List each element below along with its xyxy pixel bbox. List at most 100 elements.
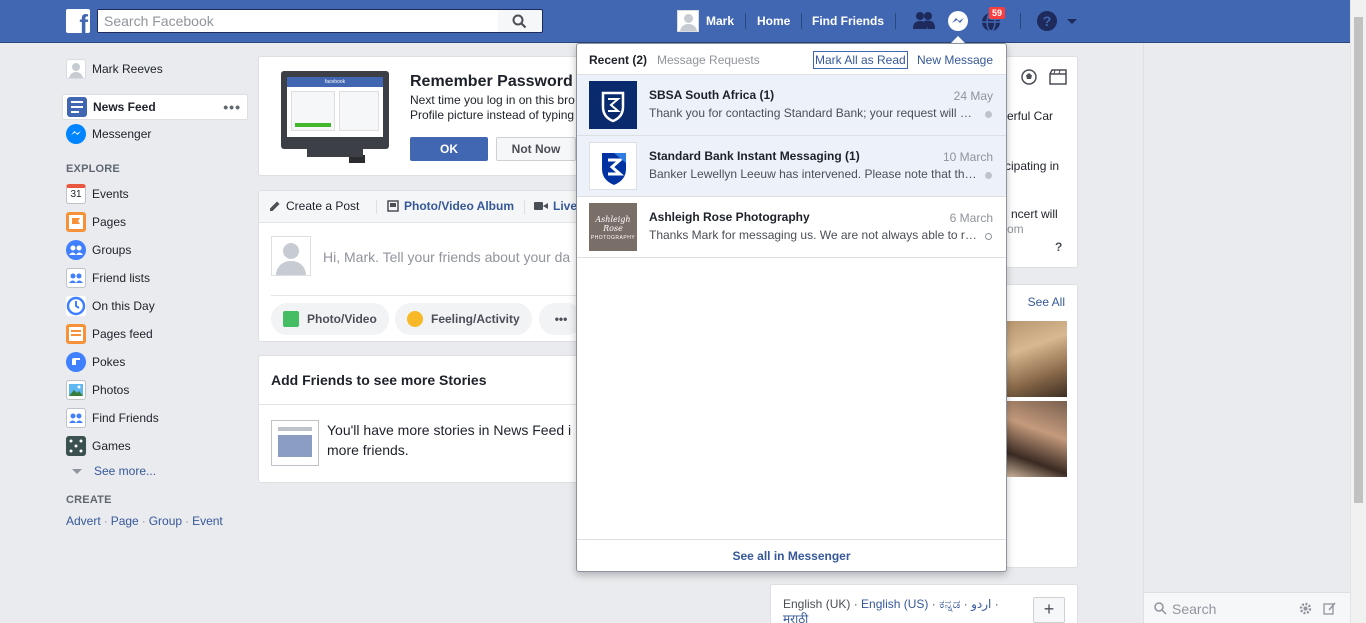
- sidebar-item-label: Messenger: [92, 127, 152, 141]
- movie-clapper-icon[interactable]: [1049, 69, 1067, 88]
- language-link[interactable]: मराठी: [783, 612, 808, 623]
- mark-read-toggle[interactable]: [985, 111, 992, 118]
- sidebar-item-pokes[interactable]: Pokes: [62, 349, 248, 375]
- search-box: [97, 9, 498, 33]
- messenger-icon: [66, 124, 86, 144]
- more-options-icon[interactable]: •••: [223, 99, 241, 115]
- sidebar-item-label: Games: [92, 439, 131, 453]
- mark-unread-toggle[interactable]: [985, 233, 992, 240]
- language-card: English (UK) · English (US) · ಕನ್ನಡ · ار…: [770, 584, 1078, 623]
- tab-create-post[interactable]: Create a Post: [269, 199, 359, 213]
- create-group-link[interactable]: Group: [149, 514, 182, 528]
- friend-requests-icon[interactable]: [912, 10, 936, 32]
- messenger-icon[interactable]: [946, 10, 970, 32]
- thread-time: 10 March: [942, 150, 993, 164]
- feeling-activity-button[interactable]: Feeling/Activity: [395, 303, 532, 335]
- thread-name: Standard Bank Instant Messaging (1): [649, 149, 860, 163]
- new-message-link[interactable]: New Message: [917, 53, 993, 67]
- sidebar-item-find-friends[interactable]: Find Friends: [62, 405, 248, 431]
- photo-thumbnail[interactable]: [1007, 401, 1067, 477]
- home-link[interactable]: Home: [757, 14, 790, 28]
- sidebar-item-events[interactable]: 31 Events: [62, 181, 248, 207]
- top-navigation-bar: f Mark Home Find Friends 59 ?: [0, 0, 1366, 43]
- tab-photo-album[interactable]: Photo/Video Album: [387, 199, 514, 213]
- stories-title: Add Friends to see more Stories: [271, 372, 487, 388]
- stories-card: Add Friends to see more Stories You'll h…: [258, 355, 579, 483]
- message-thread[interactable]: Standard Bank Instant Messaging (1) 10 M…: [577, 136, 1006, 197]
- language-list: English (UK) · English (US) · ಕನ್ನಡ · ار…: [783, 597, 1023, 623]
- video-camera-icon: [534, 202, 548, 210]
- standard-bank-logo-icon: [589, 81, 637, 129]
- sidebar-item-pages[interactable]: Pages: [62, 209, 248, 235]
- sidebar-item-news-feed[interactable]: News Feed •••: [62, 94, 248, 120]
- see-all-link[interactable]: See All: [1028, 295, 1065, 309]
- sidebar-item-friend-lists[interactable]: Friend lists: [62, 265, 248, 291]
- sidebar-item-messenger[interactable]: Messenger: [62, 121, 248, 147]
- not-now-button[interactable]: Not Now: [496, 137, 576, 161]
- tab-message-requests[interactable]: Message Requests: [657, 53, 760, 67]
- tab-live[interactable]: Live: [534, 199, 577, 213]
- chat-sidebar: Search: [1143, 43, 1351, 623]
- football-icon[interactable]: [1021, 69, 1037, 88]
- profile-link[interactable]: Mark: [677, 9, 734, 33]
- search-input[interactable]: [98, 10, 488, 32]
- create-page-link[interactable]: Page: [111, 514, 139, 528]
- tab-label: Live: [553, 199, 578, 213]
- language-link[interactable]: اردو: [971, 597, 991, 611]
- message-thread[interactable]: SBSA South Africa (1) 24 May Thank you f…: [577, 75, 1006, 136]
- search-button[interactable]: [498, 9, 543, 33]
- mark-read-toggle[interactable]: [985, 172, 992, 179]
- separator: ·: [963, 597, 968, 611]
- button-label: Feeling/Activity: [431, 312, 520, 326]
- monitor-illustration: facebook: [281, 71, 389, 163]
- tab-recent[interactable]: Recent (2): [589, 53, 647, 67]
- flag-icon: [66, 212, 86, 232]
- language-link[interactable]: English (US): [861, 597, 928, 611]
- scrollbar-thumb[interactable]: [1354, 17, 1363, 503]
- thread-time: 6 March: [949, 211, 993, 225]
- sidebar-item-label: Pages feed: [92, 327, 153, 341]
- ok-button[interactable]: OK: [410, 137, 488, 161]
- compose-icon[interactable]: [1323, 602, 1336, 615]
- photo-video-button[interactable]: Photo/Video: [271, 303, 389, 335]
- find-friends-link[interactable]: Find Friends: [812, 14, 884, 28]
- sidebar-item-label: Mark Reeves: [92, 62, 163, 76]
- caret-down-icon[interactable]: [1065, 10, 1089, 32]
- add-language-button[interactable]: +: [1033, 597, 1065, 623]
- gear-icon[interactable]: [1299, 602, 1312, 615]
- message-thread[interactable]: Ashleigh Rose PHOTOGRAPHY Ashleigh Rose …: [577, 197, 1006, 258]
- create-advert-link[interactable]: Advert: [66, 514, 101, 528]
- remember-password-card: facebook Remember Password Next time you…: [258, 56, 578, 176]
- caret-down-icon: [72, 468, 82, 474]
- sidebar-item-pages-feed[interactable]: Pages feed: [62, 321, 248, 347]
- see-all-in-messenger-link[interactable]: See all in Messenger: [577, 539, 1006, 571]
- search-icon: [512, 14, 527, 29]
- facebook-logo-icon[interactable]: f: [66, 9, 90, 33]
- tab-label: Recent: [589, 53, 630, 67]
- chat-search-box[interactable]: Search: [1144, 592, 1351, 623]
- sidebar-item-groups[interactable]: Groups: [62, 237, 248, 263]
- page-scrollbar[interactable]: [1350, 0, 1366, 623]
- profile-name: Mark: [706, 14, 735, 28]
- language-link[interactable]: ಕನ್ನಡ: [939, 597, 960, 611]
- see-more-link[interactable]: See more...: [66, 464, 156, 478]
- photo-thumbnail[interactable]: [1007, 321, 1067, 397]
- search-icon: [1154, 602, 1167, 615]
- sidebar-item-games[interactable]: Games: [62, 433, 248, 459]
- chat-search-input[interactable]: Search: [1172, 601, 1216, 617]
- create-heading: CREATE: [66, 494, 112, 506]
- nav-divider: [801, 13, 802, 29]
- right-column-text: ncert will: [1011, 207, 1058, 221]
- help-icon[interactable]: ?: [1035, 10, 1059, 32]
- divider: [259, 404, 579, 405]
- composer-input[interactable]: Hi, Mark. Tell your friends about your d…: [323, 249, 570, 265]
- explore-heading: EXPLORE: [66, 163, 120, 175]
- separator: ·: [853, 597, 858, 611]
- sidebar-item-photos[interactable]: Photos: [62, 377, 248, 403]
- help-question-icon[interactable]: ?: [1055, 240, 1062, 254]
- sidebar-item-on-this-day[interactable]: On this Day: [62, 293, 248, 319]
- sidebar-item-profile[interactable]: Mark Reeves: [62, 56, 248, 82]
- mark-all-as-read-link[interactable]: Mark All as Read: [813, 51, 908, 69]
- photos-icon: [66, 380, 86, 400]
- create-event-link[interactable]: Event: [192, 514, 223, 528]
